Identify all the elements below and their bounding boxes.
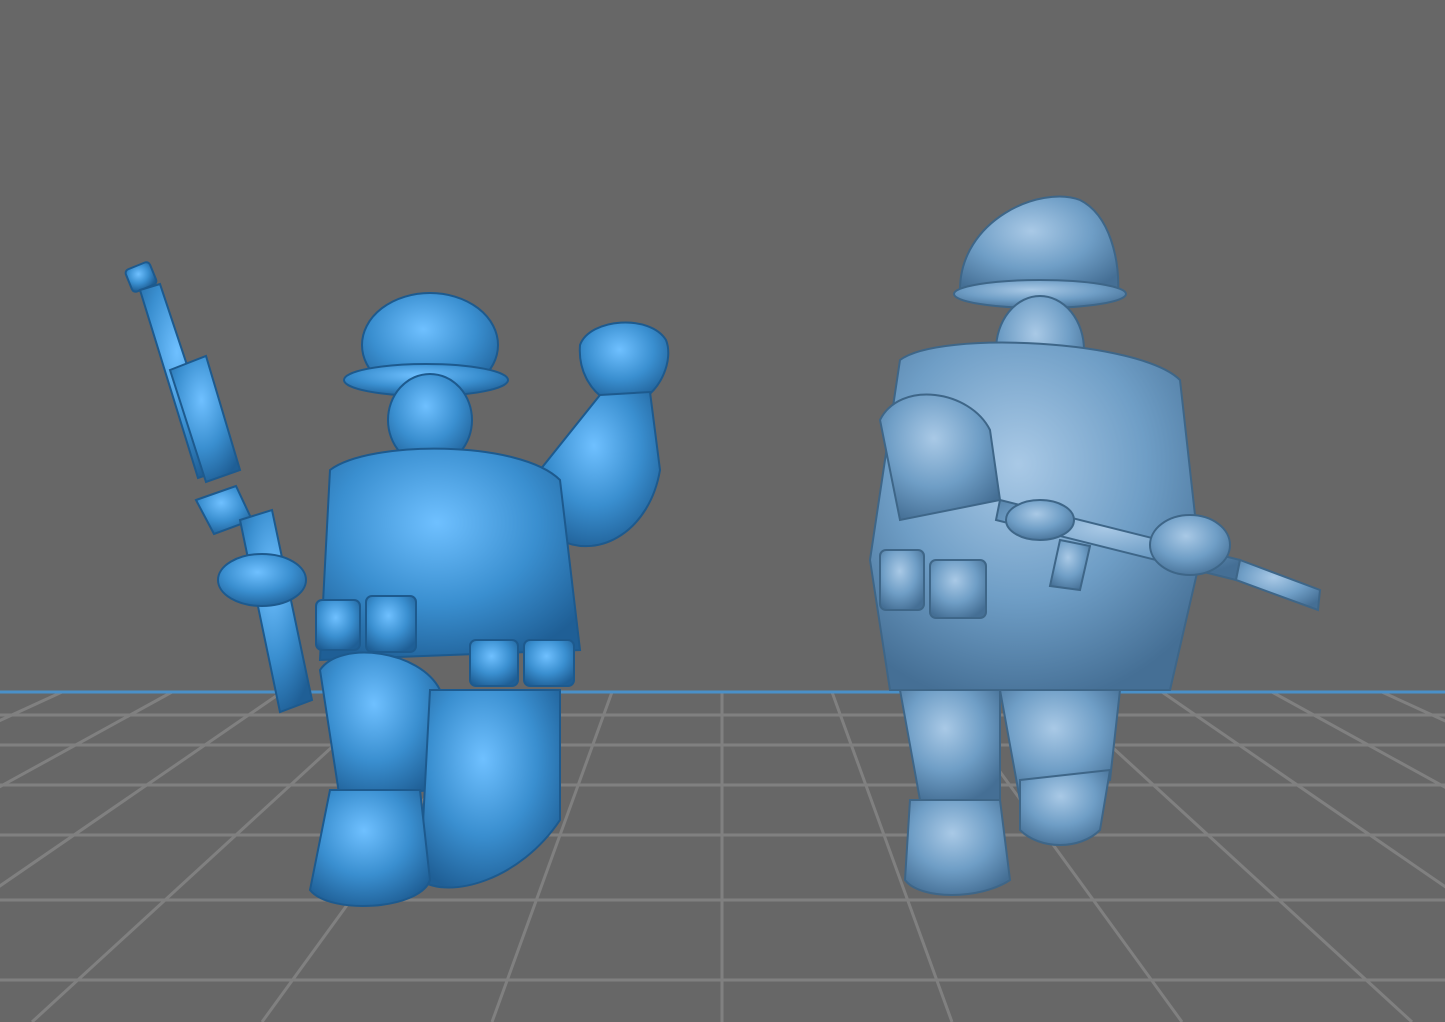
rifle-part: [124, 261, 314, 714]
scene-canvas[interactable]: [0, 0, 1445, 1022]
model-advancing-soldier[interactable]: [868, 195, 1322, 896]
build-plate-grid: [0, 690, 1445, 1022]
model-kneeling-soldier[interactable]: [124, 261, 670, 907]
3d-viewport[interactable]: [0, 0, 1445, 1022]
